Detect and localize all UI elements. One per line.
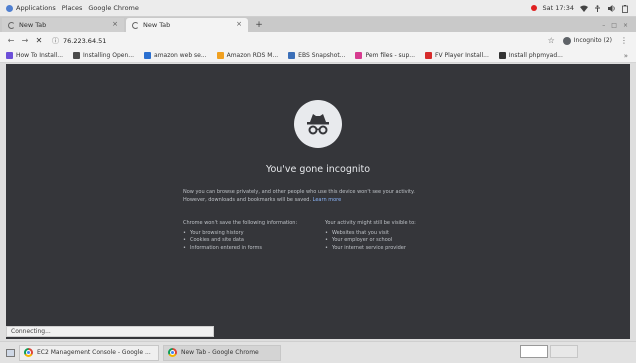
taskbar-item-new-tab[interactable]: New Tab - Google Chrome: [163, 344, 281, 361]
bookmark-label: FV Player Install...: [435, 52, 489, 59]
accessibility-icon[interactable]: [594, 4, 602, 12]
volume-icon[interactable]: [608, 4, 616, 12]
applications-icon: [6, 4, 13, 12]
bookmark-favicon-icon: [425, 52, 433, 59]
incognito-label: Incognito (2): [573, 37, 612, 44]
tab-new-tab-2[interactable]: New Tab ×: [126, 18, 248, 32]
new-tab-button[interactable]: +: [252, 18, 266, 32]
maximize-icon[interactable]: □: [611, 22, 617, 29]
tab-strip: New Tab × New Tab × + – □ ×: [0, 17, 636, 32]
workspace-1[interactable]: [520, 345, 548, 358]
bookmark-favicon-icon: [288, 52, 296, 59]
back-button[interactable]: ←: [4, 36, 18, 45]
list-item: Information entered in forms: [183, 245, 297, 253]
system-top-bar: Applications Places Google Chrome Sat 17…: [0, 0, 636, 17]
bookmark-item[interactable]: Installing Open...: [73, 52, 134, 59]
tab-new-tab-1[interactable]: New Tab ×: [2, 18, 124, 32]
minimize-icon[interactable]: –: [602, 22, 605, 29]
show-desktop-icon[interactable]: [6, 348, 15, 357]
learn-more-link[interactable]: Learn more: [313, 197, 342, 203]
description-line-2: However, downloads and bookmarks will be…: [183, 197, 312, 203]
taskbar-item-label: EC2 Management Console - Google ...: [37, 349, 151, 356]
close-window-icon[interactable]: ×: [623, 22, 628, 29]
tab-title: New Tab: [19, 21, 47, 29]
bookmark-favicon-icon: [355, 52, 363, 59]
bookmark-item[interactable]: Pem files - sup...: [355, 52, 415, 59]
clock[interactable]: Sat 17:34: [543, 4, 574, 12]
still-visible-title: Your activity might still be visible to:: [325, 220, 416, 226]
menu-icon[interactable]: ⋮: [620, 36, 628, 45]
list-item: Websites that you visit: [325, 230, 416, 238]
bookmark-item[interactable]: amazon web se...: [144, 52, 207, 59]
bookmark-label: EBS Snapshot...: [298, 52, 346, 59]
bookmark-item[interactable]: EBS Snapshot...: [288, 52, 345, 59]
bookmarks-overflow-button[interactable]: »: [624, 52, 636, 60]
bookmark-label: How To Install...: [16, 52, 64, 59]
stop-button[interactable]: ✕: [32, 36, 46, 45]
recording-indicator-icon: [530, 5, 537, 11]
battery-icon[interactable]: [622, 4, 630, 13]
status-bubble: Connecting...: [6, 326, 214, 337]
workspace-2[interactable]: [550, 345, 578, 358]
chrome-icon: [168, 348, 177, 357]
app-menu[interactable]: Google Chrome: [88, 4, 138, 12]
bookmark-item[interactable]: Amazon RDS M...: [216, 52, 279, 59]
bookmarks-bar: How To Install... Installing Open... amazo…: [0, 49, 636, 63]
info-icon[interactable]: ⓘ: [52, 36, 59, 46]
forward-button[interactable]: →: [18, 36, 32, 45]
taskbar-item-ec2-console[interactable]: EC2 Management Console - Google ...: [19, 344, 159, 361]
incognito-icon: [562, 36, 571, 45]
bookmark-favicon-icon: [144, 52, 152, 59]
list-item: Your employer or school: [325, 237, 416, 245]
bookmark-label: Pem files - sup...: [365, 52, 416, 59]
incognito-page: You've gone incognito Now you can browse…: [6, 64, 630, 339]
bookmark-star-icon[interactable]: ☆: [548, 36, 555, 45]
bookmark-favicon-icon: [6, 52, 13, 59]
applications-label: Applications: [16, 4, 56, 12]
network-icon[interactable]: [580, 5, 588, 12]
list-item: Cookies and site data: [183, 237, 297, 245]
still-visible-list: Your activity might still be visible to:…: [325, 220, 416, 252]
bookmark-favicon-icon: [498, 52, 506, 59]
bookmark-label: Install phpmyad...: [508, 52, 563, 59]
url-text[interactable]: 76.223.64.51: [63, 37, 106, 45]
incognito-description: Now you can browse privately, and other …: [183, 188, 483, 204]
app-name-label: Google Chrome: [88, 4, 139, 12]
address-bar[interactable]: ⓘ 76.223.64.51: [52, 36, 106, 46]
loading-icon: [132, 21, 139, 29]
places-menu[interactable]: Places: [62, 4, 83, 12]
bookmark-favicon-icon: [73, 52, 81, 59]
description-line-1: Now you can browse privately, and other …: [183, 189, 415, 195]
bookmark-label: Installing Open...: [83, 52, 135, 59]
incognito-icon: [294, 100, 342, 148]
loading-icon: [8, 21, 15, 29]
bookmark-item[interactable]: How To Install...: [6, 52, 63, 59]
places-label: Places: [61, 4, 83, 12]
browser-toolbar: ← → ✕ ⓘ 76.223.64.51 ☆ Incognito (2) ⋮: [0, 32, 636, 49]
bookmark-item[interactable]: FV Player Install...: [425, 52, 489, 59]
not-saved-list: Chrome won't save the following informat…: [183, 220, 297, 252]
list-item: Your browsing history: [183, 230, 297, 238]
taskbar-item-label: New Tab - Google Chrome: [181, 349, 259, 356]
list-item: Your internet service provider: [325, 245, 416, 253]
taskbar: EC2 Management Console - Google ... New …: [0, 341, 636, 363]
bookmark-item[interactable]: Install phpmyad...: [498, 52, 563, 59]
close-tab-icon[interactable]: ×: [236, 20, 242, 28]
applications-menu[interactable]: Applications: [6, 4, 56, 12]
not-saved-title: Chrome won't save the following informat…: [183, 220, 298, 226]
chrome-icon: [24, 348, 33, 357]
bookmark-label: amazon web se...: [154, 52, 207, 59]
bookmark-favicon-icon: [216, 52, 224, 59]
close-tab-icon[interactable]: ×: [112, 20, 118, 28]
bookmark-label: Amazon RDS M...: [226, 52, 279, 59]
tab-title: New Tab: [143, 21, 171, 29]
incognito-indicator[interactable]: Incognito (2): [562, 36, 612, 45]
page-title: You've gone incognito: [265, 164, 371, 175]
